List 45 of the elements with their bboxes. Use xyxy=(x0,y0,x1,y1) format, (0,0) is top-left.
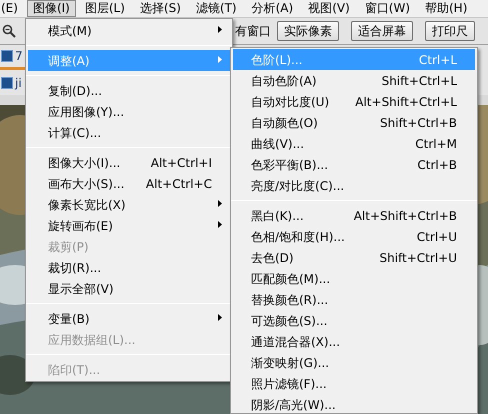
zoom-icon[interactable] xyxy=(2,24,16,38)
menu-item[interactable]: 通道混合器(X)... xyxy=(233,331,475,352)
menu-item[interactable]: 阴影/高光(W)... xyxy=(233,394,475,413)
document-icon[interactable] xyxy=(1,50,13,62)
menu-item[interactable]: 裁切(R)... xyxy=(28,257,230,278)
menu-item[interactable]: 图像(I) xyxy=(26,0,76,17)
menu-item[interactable]: 视图(V) xyxy=(302,0,356,17)
toolbar-button[interactable]: 适合屏幕 xyxy=(351,21,413,41)
menu-item[interactable]: 自动对比度(U) Alt+Shift+Ctrl+L xyxy=(233,91,475,112)
menu-item[interactable]: 色相/饱和度(H)... Ctrl+U xyxy=(233,226,475,247)
menu-item[interactable]: 黑白(K)... Alt+Shift+Ctrl+B xyxy=(233,205,475,226)
menu-item[interactable]: 渐变映射(G)... xyxy=(233,352,475,373)
menu-item[interactable]: 像素长宽比(X) xyxy=(28,194,230,215)
toolbar-button[interactable]: 实际像素 xyxy=(277,21,339,41)
menu-item[interactable]: 可选颜色(S)... xyxy=(233,310,475,331)
menu-item[interactable]: 显示全部(V) xyxy=(28,278,230,299)
menu-item[interactable]: 选择(S) xyxy=(134,0,187,17)
menu-item[interactable]: 自动颜色(O) Shift+Ctrl+B xyxy=(233,112,475,133)
menu-item[interactable]: 分析(A) xyxy=(246,0,300,17)
menu-item[interactable]: 自动色阶(A) Shift+Ctrl+L xyxy=(233,70,475,91)
menu-item[interactable]: 窗口(W) xyxy=(358,0,416,17)
menu-item[interactable]: 去色(D) Shift+Ctrl+U xyxy=(233,247,475,268)
menu-item[interactable]: 图层(L) xyxy=(78,0,131,17)
toolbar-button[interactable]: 打印尺 xyxy=(425,21,475,41)
document-tab[interactable]: ji xyxy=(15,74,22,92)
menu-item[interactable]: 滤镜(T) xyxy=(190,0,243,17)
menu-item[interactable]: 变量(B) xyxy=(28,308,230,329)
menu-item[interactable]: 复制(D)... xyxy=(28,80,230,101)
menu-item[interactable]: 亮度/对比度(C)... xyxy=(233,175,475,196)
menu-item[interactable]: 色彩平衡(B)... Ctrl+B xyxy=(233,154,475,175)
menu-item[interactable]: 照片滤镜(F)... xyxy=(233,373,475,394)
menu-item[interactable]: 模式(M) xyxy=(28,20,230,41)
menu-item[interactable]: (E) xyxy=(0,0,24,17)
menu-item[interactable]: 匹配颜色(M)... xyxy=(233,268,475,289)
document-tab[interactable]: 7 xyxy=(15,47,23,65)
document-icon[interactable] xyxy=(1,76,13,88)
toolbar-label: 有窗口 xyxy=(235,23,271,40)
menu-item[interactable]: 帮助(H) xyxy=(419,0,474,17)
menu-item[interactable]: 应用图像(Y)... xyxy=(28,101,230,122)
menu-item[interactable]: 计算(C)... xyxy=(28,122,230,143)
menu-item[interactable]: 旋转画布(E) xyxy=(28,215,230,236)
menu-item[interactable]: 图像大小(I)... Alt+Ctrl+I xyxy=(28,152,230,173)
menu-item[interactable]: 替换颜色(R)... xyxy=(233,289,475,310)
menu-item[interactable]: 画布大小(S)... Alt+Ctrl+C xyxy=(28,173,230,194)
menu-item[interactable]: 曲线(V)... Ctrl+M xyxy=(233,133,475,154)
